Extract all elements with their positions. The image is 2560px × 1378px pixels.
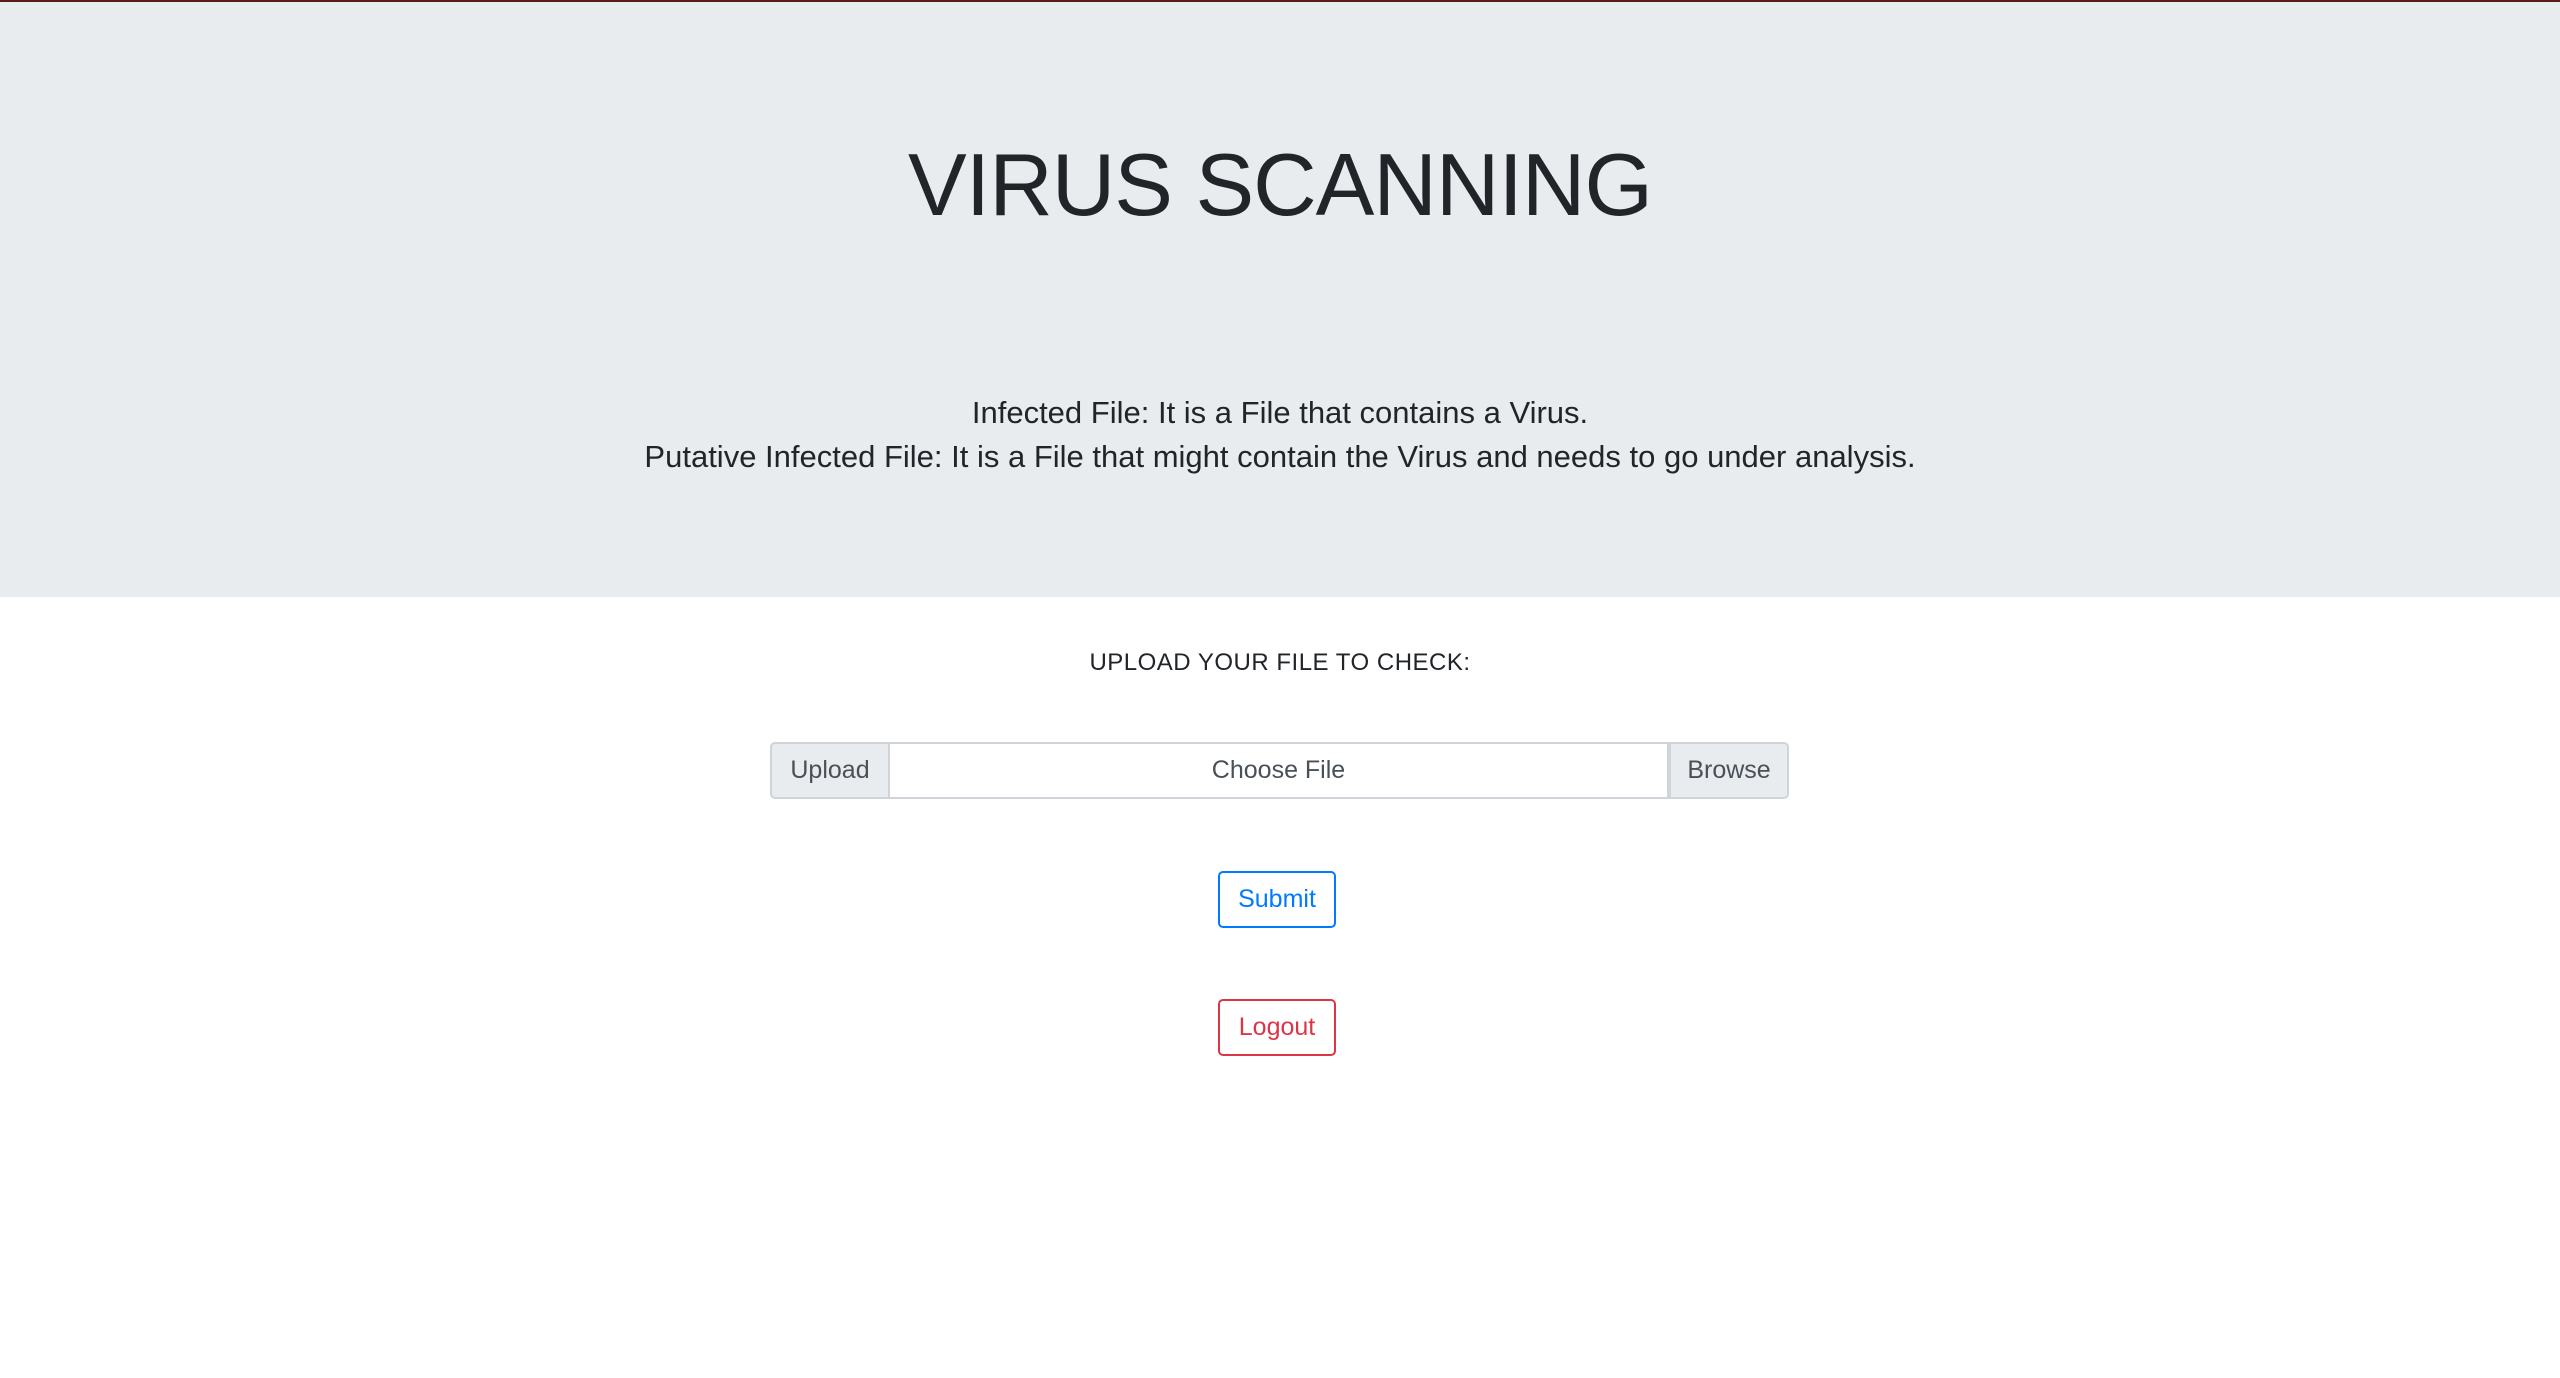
submit-button[interactable]: Submit [1218,871,1336,928]
definition-infected-file: Infected File: It is a File that contain… [971,395,1589,430]
header-jumbotron [0,2,2560,597]
upload-prepend-label: Upload [770,742,888,799]
definition-putative-infected-file: Putative Infected File: It is a File tha… [644,439,1916,474]
file-input[interactable]: Choose File [888,742,1669,799]
upload-heading: UPLOAD YOUR FILE TO CHECK: [1089,649,1471,676]
file-upload-group: Upload Choose File Browse [770,742,1789,799]
definitions-block: Infected File: It is a File that contain… [0,391,2560,479]
browse-button[interactable]: Browse [1669,742,1789,799]
page-title: VIRUS SCANNING [908,135,1653,234]
logout-button[interactable]: Logout [1218,999,1336,1056]
